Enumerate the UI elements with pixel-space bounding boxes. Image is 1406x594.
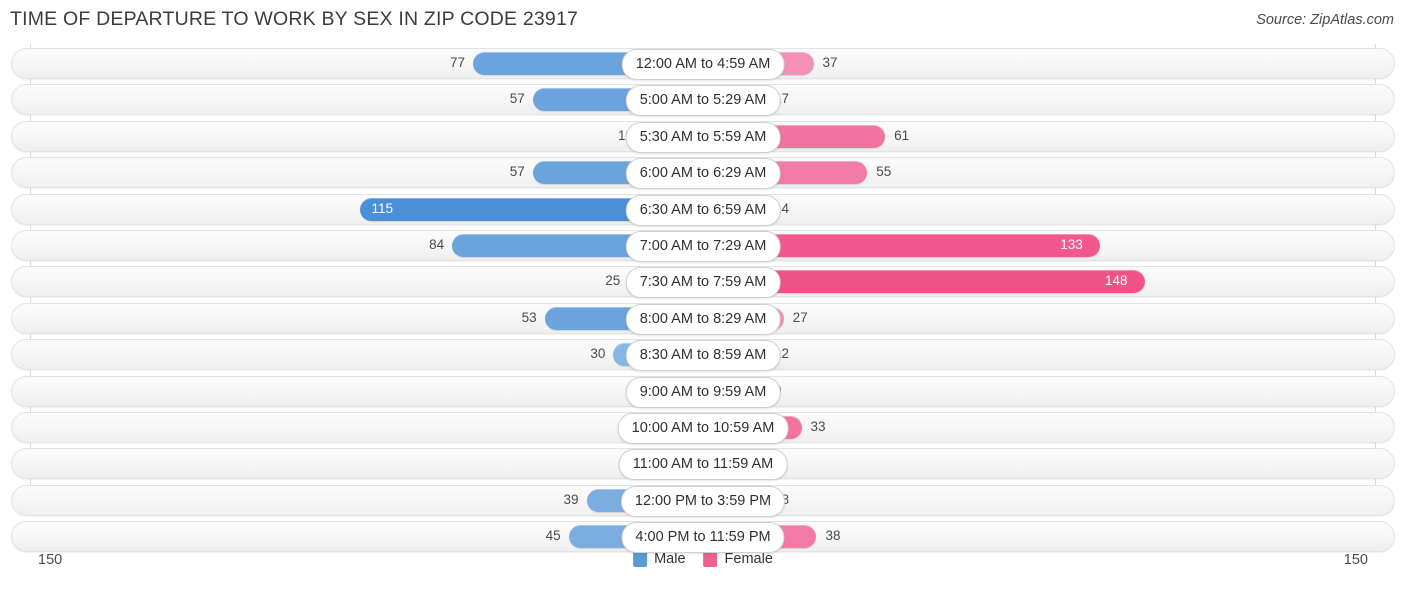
bar-row: 84 133 7:00 AM to 7:29 AM (0, 229, 1406, 262)
category-label-pill: 8:00 AM to 8:29 AM (625, 303, 781, 335)
category-label-pill: 8:30 AM to 8:59 AM (625, 340, 781, 372)
bar-row: 53 27 8:00 AM to 8:29 AM (0, 302, 1406, 335)
bar-value-male: 77 (449, 55, 466, 70)
category-label-pill: 10:00 AM to 10:59 AM (617, 412, 789, 444)
category-label-pill: 5:00 AM to 5:29 AM (625, 85, 781, 117)
bar-value-male: 84 (429, 236, 445, 252)
category-label-pill: 7:00 AM to 7:29 AM (625, 230, 781, 262)
bar-row: 25 148 7:30 AM to 7:59 AM (0, 266, 1406, 299)
bar-row: 19615:30 AM to 5:59 AM (0, 120, 1406, 153)
bar-value-male: 57 (509, 164, 525, 180)
category-label-pill: 12:00 PM to 3:59 PM (620, 485, 786, 517)
category-label-pill: 9:00 AM to 9:59 AM (625, 376, 781, 408)
bar-value-female: 14 (774, 200, 790, 216)
bar-value-female: 38 (825, 528, 841, 544)
legend-item-male[interactable]: Male (633, 551, 686, 567)
bar-value-male: 39 (563, 491, 579, 507)
legend-item-female[interactable]: Female (703, 551, 773, 567)
bar-row: 30 12 8:30 AM to 8:59 AM (0, 339, 1406, 372)
bar-row: 143310:00 AM to 10:59 AM (0, 411, 1406, 444)
bar-row: 115 14 6:30 AM to 6:59 AM (0, 193, 1406, 226)
axis-label-left-max: 150 (38, 552, 63, 568)
category-label-pill: 6:00 AM to 6:29 AM (625, 158, 781, 190)
bar-value-male: 30 (590, 346, 606, 362)
bar-value-female: 55 (876, 164, 892, 180)
category-label-pill: 4:00 PM to 11:59 PM (621, 522, 785, 554)
bar-rows-container: 77 37 12:00 AM to 4:59 AM 57 17 5:00 AM to 5:… (0, 48, 1406, 557)
bar-value-female: 27 (792, 309, 808, 325)
bar-value-male: 45 (545, 528, 561, 544)
bar-row: 57 55 6:00 AM to 6:29 AM (0, 157, 1406, 190)
legend-swatch-female-icon (703, 551, 718, 567)
chart-legend: Male Female (633, 551, 773, 567)
bar-row: 391812:00 PM to 3:59 PM (0, 484, 1406, 517)
bar-row: 57 17 5:00 AM to 5:29 AM (0, 84, 1406, 117)
bar-value-male-inside: 115 (371, 200, 394, 216)
bar-value-female: 61 (894, 127, 910, 143)
category-label-pill: 7:30 AM to 7:59 AM (625, 267, 781, 299)
source-attribution: Source: ZipAtlas.com (1256, 12, 1394, 28)
legend-swatch-male-icon (633, 551, 648, 567)
legend-label-male: Male (654, 551, 686, 567)
bar-value-female: 17 (774, 91, 790, 107)
bar-value-female: 9 (774, 383, 820, 398)
bar-value-male: 53 (521, 309, 537, 325)
bar-row: 299:00 AM to 9:59 AM (0, 375, 1406, 408)
category-label-pill: 11:00 AM to 11:59 AM (618, 449, 788, 481)
bar-value-female: 37 (822, 55, 838, 70)
category-label-pill: 6:30 AM to 6:59 AM (625, 194, 781, 226)
bar-row: 77 37 12:00 AM to 4:59 AM (0, 48, 1406, 80)
legend-label-female: Female (724, 551, 773, 567)
bar-value-female-inside: 133 (1060, 236, 1083, 252)
chart-header: TIME OF DEPARTURE TO WORK BY SEX IN ZIP … (0, 0, 1406, 44)
bar-row: 0011:00 AM to 11:59 AM (0, 448, 1406, 481)
bar-value-male: 25 (605, 273, 621, 289)
bar-value-female-inside: 148 (1105, 273, 1128, 289)
axis-label-right-max: 150 (1343, 552, 1368, 568)
page-title: TIME OF DEPARTURE TO WORK BY SEX IN ZIP … (10, 8, 579, 30)
category-label-pill: 12:00 AM to 4:59 AM (621, 49, 785, 80)
bar-value-female: 12 (774, 346, 790, 362)
bar-value-male: 57 (509, 91, 525, 107)
bar-value-female: 33 (810, 418, 826, 434)
chart-plot-area: 77 37 12:00 AM to 4:59 AM 57 17 5:00 AM to 5:… (0, 44, 1406, 554)
category-label-pill: 5:30 AM to 5:59 AM (625, 121, 781, 153)
